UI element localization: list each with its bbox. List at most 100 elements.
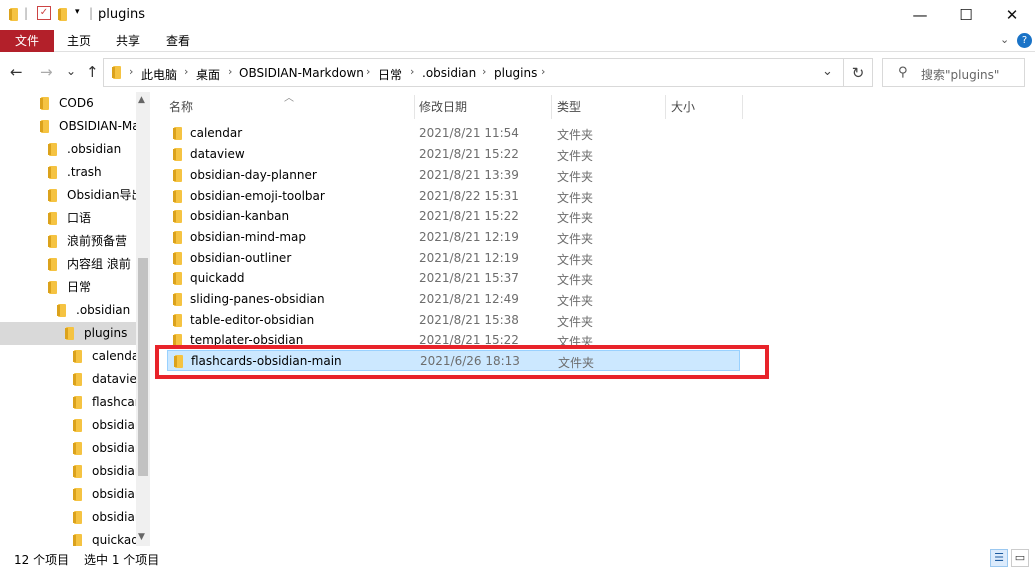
breadcrumb-separator[interactable]: › [228, 65, 232, 78]
column-divider[interactable] [551, 95, 552, 119]
up-icon[interactable]: ↑ [86, 63, 99, 81]
nav-item-label: calendar [92, 349, 136, 363]
close-button[interactable]: ✕ [989, 0, 1035, 30]
nav-item-obsidian-export[interactable]: Obsidian导出 [0, 184, 136, 207]
file-type: 文件夹 [557, 294, 594, 308]
breadcrumb-obsidian[interactable]: .obsidian [422, 66, 476, 80]
scroll-up-icon[interactable]: ▲ [138, 95, 145, 105]
table-row[interactable]: obsidian-day-planner 2021/8/21 13:39 文件夹 [167, 165, 740, 186]
nav-scrollbar[interactable]: ▲ ▼ [136, 92, 150, 546]
table-row[interactable]: sliding-panes-obsidian 2021/8/21 12:49 文件夹 [167, 289, 740, 310]
table-row[interactable]: quickadd 2021/8/21 15:37 文件夹 [167, 268, 740, 289]
address-bar[interactable]: › 此电脑 › 桌面 › OBSIDIAN-Markdown › 日常 › .o… [103, 58, 844, 87]
folder-icon [73, 465, 83, 478]
table-row[interactable]: obsidian-outliner 2021/8/21 12:19 文件夹 [167, 248, 740, 269]
breadcrumb-this-pc[interactable]: 此电脑 [141, 66, 177, 83]
file-date: 2021/8/21 13:39 [419, 168, 519, 182]
nav-item-obsidian-markdown[interactable]: OBSIDIAN-Ma [0, 115, 136, 138]
breadcrumb-separator[interactable]: › [129, 65, 133, 78]
nav-item-obsidian-5[interactable]: obsidian [0, 506, 136, 529]
nav-item-obsidian-1[interactable]: obsidian [0, 414, 136, 437]
table-row[interactable]: table-editor-obsidian 2021/8/21 15:38 文件夹 [167, 310, 740, 331]
scrollbar-thumb[interactable] [138, 258, 148, 476]
column-header-type[interactable]: 类型 [557, 98, 581, 120]
navigation-bar: ← → ⌄ ↑ › 此电脑 › 桌面 › OBSIDIAN-Markdown ›… [0, 57, 1035, 89]
folder-icon [48, 143, 58, 156]
new-folder-icon[interactable] [58, 8, 68, 21]
folder-icon [173, 293, 183, 306]
nav-item-quickadd[interactable]: quickadd [0, 529, 136, 546]
breadcrumb-obsidian-markdown[interactable]: OBSIDIAN-Markdown [239, 66, 364, 80]
table-row[interactable]: templater-obsidian 2021/8/21 15:22 文件夹 [167, 330, 740, 345]
search-input[interactable]: ⚲ 搜索"plugins" [882, 58, 1025, 87]
file-date: 2021/8/21 11:54 [419, 126, 519, 140]
nav-item-plugins[interactable]: plugins [0, 322, 136, 345]
nav-item-calendar[interactable]: calendar [0, 345, 136, 368]
customize-quick-access-icon[interactable]: ▾ [75, 7, 80, 17]
table-row[interactable]: dataview 2021/8/21 15:22 文件夹 [167, 144, 740, 165]
nav-item-flashcards[interactable]: flashcard [0, 391, 136, 414]
table-row[interactable]: obsidian-emoji-toolbar 2021/8/22 15:31 文件夹 [167, 186, 740, 207]
column-header-date[interactable]: 修改日期 [419, 98, 467, 120]
folder-icon [48, 281, 58, 294]
breadcrumb-desktop[interactable]: 桌面 [196, 66, 220, 83]
nav-item-obsidian-3[interactable]: obsidian [0, 460, 136, 483]
minimize-button[interactable]: — [897, 0, 943, 30]
large-icons-view-icon[interactable]: ▭ [1011, 549, 1029, 567]
help-icon[interactable]: ? [1017, 33, 1032, 48]
tab-view[interactable]: 查看 [157, 30, 199, 52]
breadcrumb-daily[interactable]: 日常 [378, 66, 402, 83]
nav-item-spoken[interactable]: 口语 [0, 207, 136, 230]
breadcrumb-separator[interactable]: › [366, 65, 370, 78]
nav-item-label: COD6 [59, 96, 94, 110]
folder-icon [173, 169, 183, 182]
breadcrumb-separator[interactable]: › [410, 65, 414, 78]
breadcrumb-separator[interactable]: › [184, 65, 188, 78]
tab-share[interactable]: 共享 [107, 30, 149, 52]
column-divider[interactable] [414, 95, 415, 119]
folder-icon [173, 314, 183, 327]
folder-icon[interactable] [9, 8, 19, 21]
nav-item-daily-obsidian[interactable]: .obsidian [0, 299, 136, 322]
column-divider[interactable] [665, 95, 666, 119]
nav-item-cod6[interactable]: COD6 [0, 92, 136, 115]
folder-icon [173, 190, 183, 203]
table-row[interactable]: obsidian-mind-map 2021/8/21 12:19 文件夹 [167, 227, 740, 248]
column-header-size[interactable]: 大小 [671, 98, 695, 120]
nav-item-dataview[interactable]: dataview [0, 368, 136, 391]
window-title: plugins [98, 7, 145, 22]
back-icon[interactable]: ← [10, 63, 23, 81]
tab-home[interactable]: 主页 [58, 30, 100, 52]
tab-file[interactable]: 文件 [0, 30, 54, 52]
properties-icon[interactable]: ✓ [37, 6, 51, 20]
file-date: 2021/8/21 15:22 [419, 209, 519, 223]
table-row[interactable]: obsidian-kanban 2021/8/21 15:22 文件夹 [167, 206, 740, 227]
nav-item-camp[interactable]: 浪前预备营 [0, 230, 136, 253]
folder-icon [73, 350, 83, 363]
nav-item-daily[interactable]: 日常 [0, 276, 136, 299]
details-view-icon[interactable]: ☰ [990, 549, 1008, 567]
file-date: 2021/8/21 15:22 [419, 147, 519, 161]
nav-item-trash[interactable]: .trash [0, 161, 136, 184]
table-row[interactable]: calendar 2021/8/21 11:54 文件夹 [167, 123, 740, 144]
file-date: 2021/8/21 12:49 [419, 292, 519, 306]
nav-item-obsidian-2[interactable]: obsidian [0, 437, 136, 460]
folder-icon [65, 327, 75, 340]
chevron-down-icon[interactable]: ⌄ [1000, 33, 1009, 46]
file-name: quickadd [190, 271, 245, 285]
scroll-down-icon[interactable]: ▼ [138, 532, 145, 542]
column-divider[interactable] [742, 95, 743, 119]
recent-locations-icon[interactable]: ⌄ [66, 64, 76, 78]
forward-icon[interactable]: → [40, 63, 53, 81]
breadcrumb-separator[interactable]: › [541, 65, 545, 78]
breadcrumb-separator[interactable]: › [482, 65, 486, 78]
annotation-highlight-box [155, 345, 769, 379]
breadcrumb-plugins[interactable]: plugins [494, 66, 537, 80]
address-dropdown-icon[interactable]: ⌄ [822, 64, 833, 79]
nav-item-content-group[interactable]: 内容组 浪前 [0, 253, 136, 276]
refresh-button[interactable]: ↻ [843, 58, 873, 87]
nav-item-obsidian-config[interactable]: .obsidian [0, 138, 136, 161]
maximize-button[interactable]: ☐ [943, 0, 989, 30]
column-header-name[interactable]: 名称 [169, 98, 193, 120]
nav-item-obsidian-4[interactable]: obsidian [0, 483, 136, 506]
